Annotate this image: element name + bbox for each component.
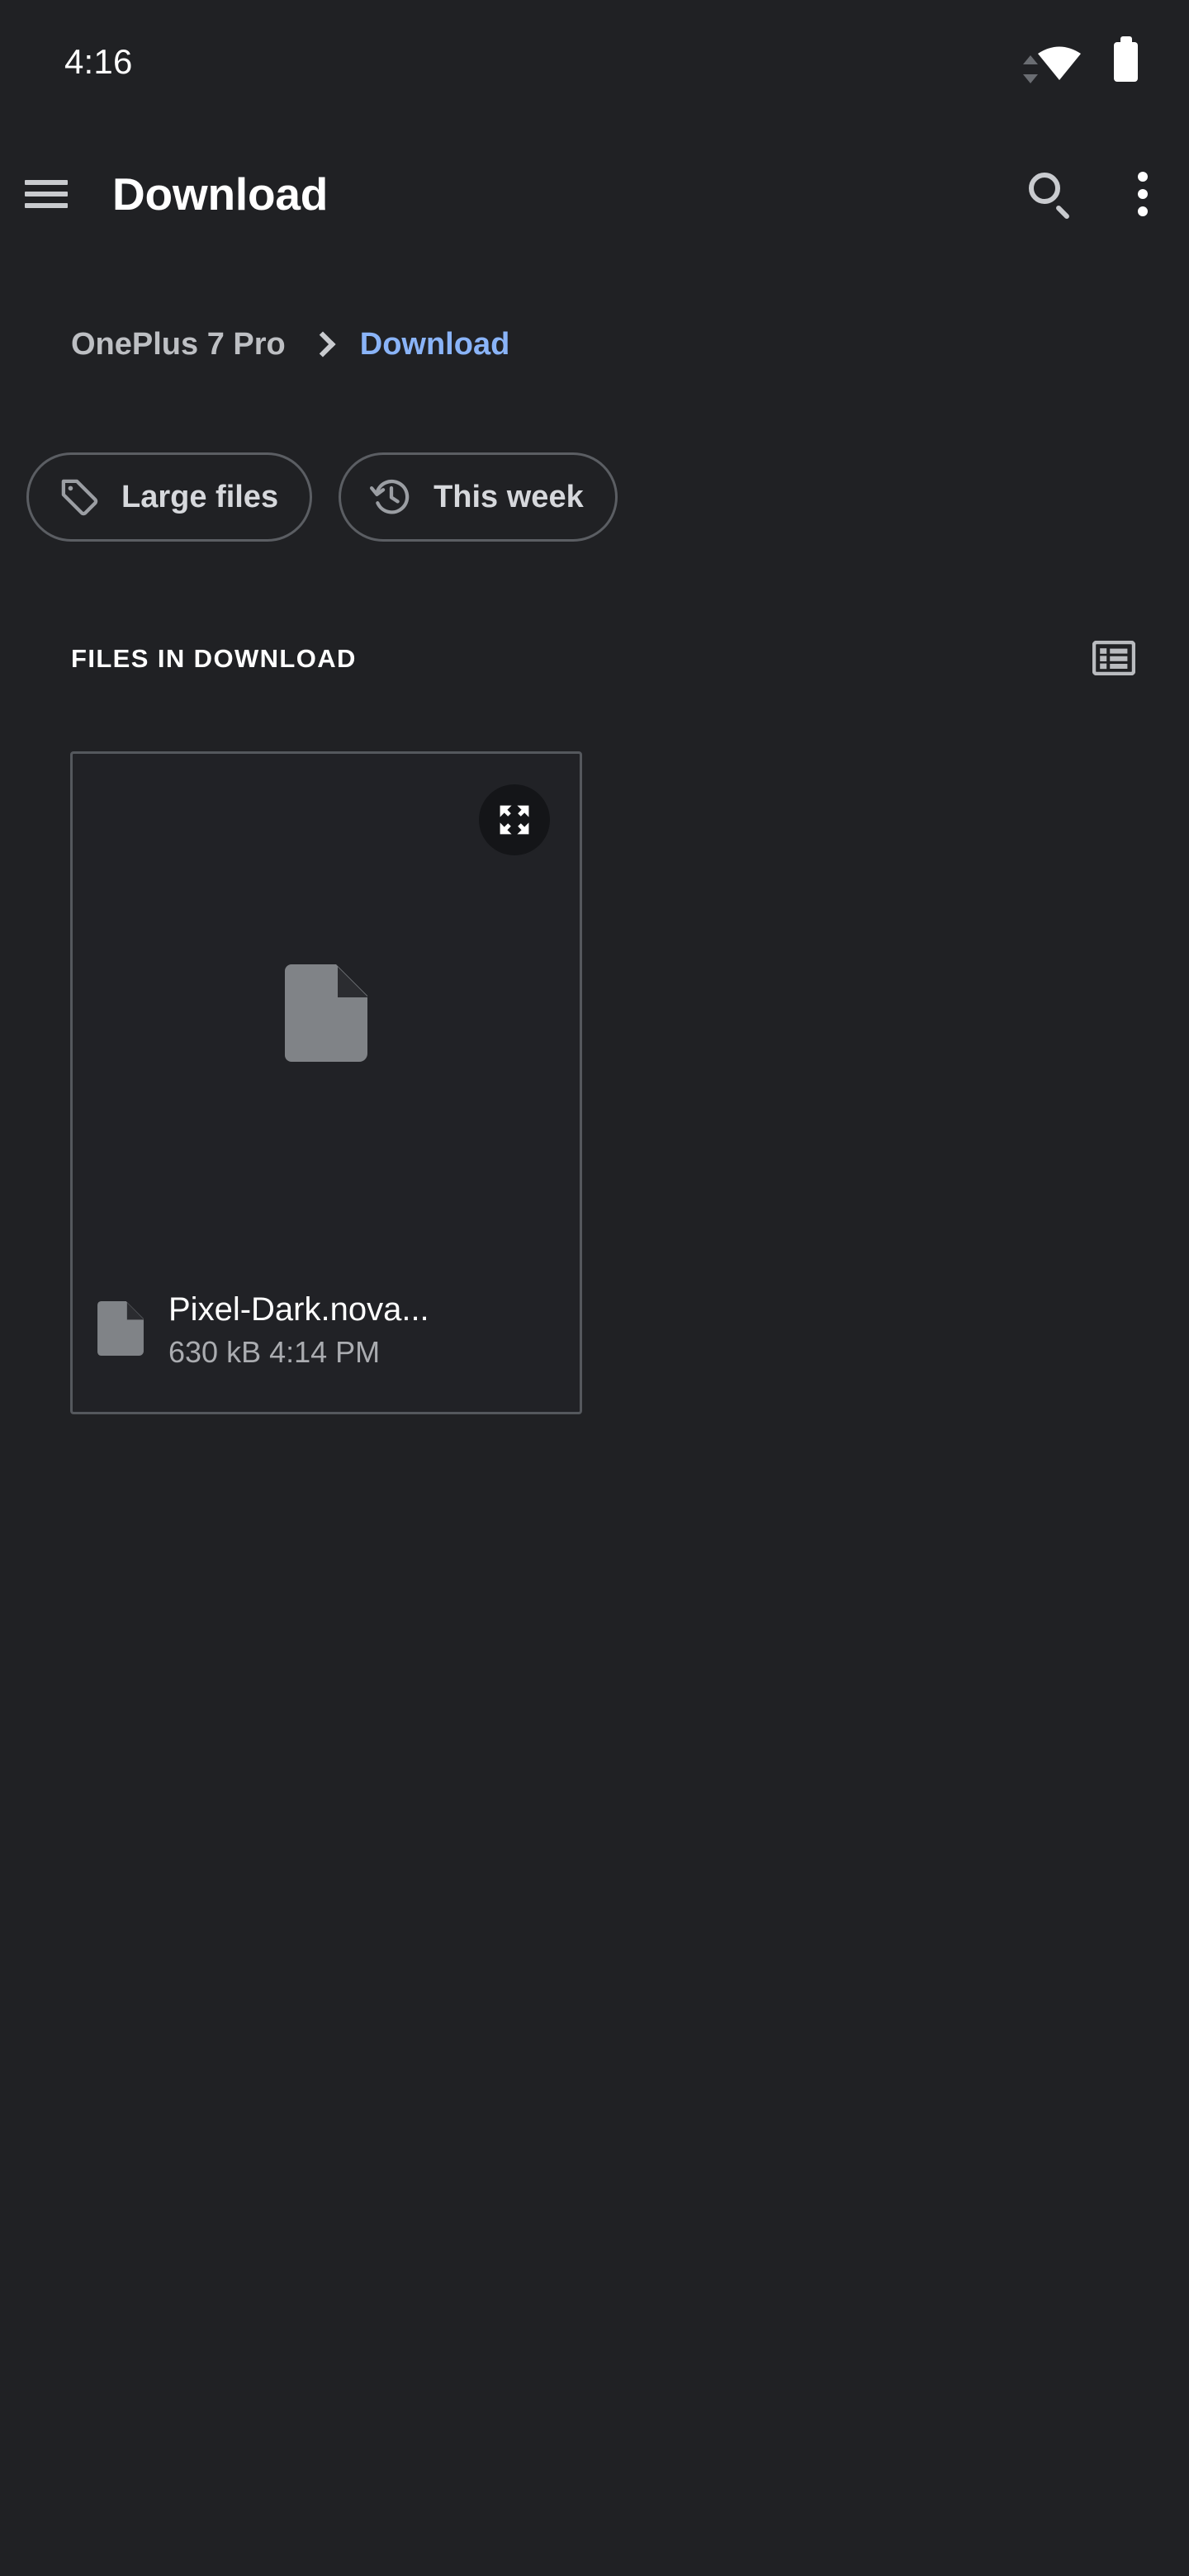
page-title: Download (112, 168, 329, 220)
chevron-right-icon (310, 331, 336, 358)
breadcrumb: OnePlus 7 Pro Download (71, 329, 509, 360)
history-clock-icon (369, 475, 414, 519)
battery-icon (1114, 42, 1138, 82)
file-name: Pixel-Dark.nova... (168, 1293, 429, 1326)
file-card[interactable]: Pixel-Dark.nova... 630 kB 4:14 PM (70, 751, 582, 1414)
section-header: FILES IN DOWNLOAD (71, 634, 1138, 682)
search-icon (1029, 173, 1072, 220)
file-thumbnail (73, 754, 580, 1271)
file-card-footer: Pixel-Dark.nova... 630 kB 4:14 PM (73, 1271, 580, 1412)
list-view-icon (1092, 641, 1135, 675)
document-file-icon (285, 964, 367, 1062)
tag-icon (57, 475, 102, 519)
hamburger-menu-icon (25, 180, 68, 208)
chip-large-files-label: Large files (121, 480, 279, 514)
overflow-menu-button[interactable] (1097, 148, 1189, 240)
wifi-activity-arrows-icon (1023, 55, 1040, 83)
section-title: FILES IN DOWNLOAD (71, 643, 357, 673)
status-bar: 4:16 (0, 0, 1189, 124)
breadcrumb-item-current[interactable]: Download (360, 329, 510, 360)
overflow-menu-icon (1138, 172, 1148, 216)
file-type-badge-icon (97, 1300, 144, 1360)
view-toggle-button[interactable] (1090, 634, 1138, 682)
status-bar-icons (1023, 42, 1138, 83)
status-bar-clock: 4:16 (64, 42, 133, 81)
wifi-icon (1023, 42, 1082, 83)
breadcrumb-item-root[interactable]: OnePlus 7 Pro (71, 329, 286, 360)
file-meta: 630 kB 4:14 PM (168, 1335, 381, 1369)
app-bar: Download (0, 132, 1189, 256)
hamburger-menu-button[interactable] (0, 148, 92, 240)
filter-chip-row: Large files This week (26, 452, 618, 542)
search-button[interactable] (1004, 148, 1097, 240)
file-info: Pixel-Dark.nova... 630 kB 4:14 PM (168, 1293, 429, 1367)
chip-this-week[interactable]: This week (339, 452, 618, 542)
chip-this-week-label: This week (433, 480, 584, 514)
chip-large-files[interactable]: Large files (26, 452, 313, 542)
